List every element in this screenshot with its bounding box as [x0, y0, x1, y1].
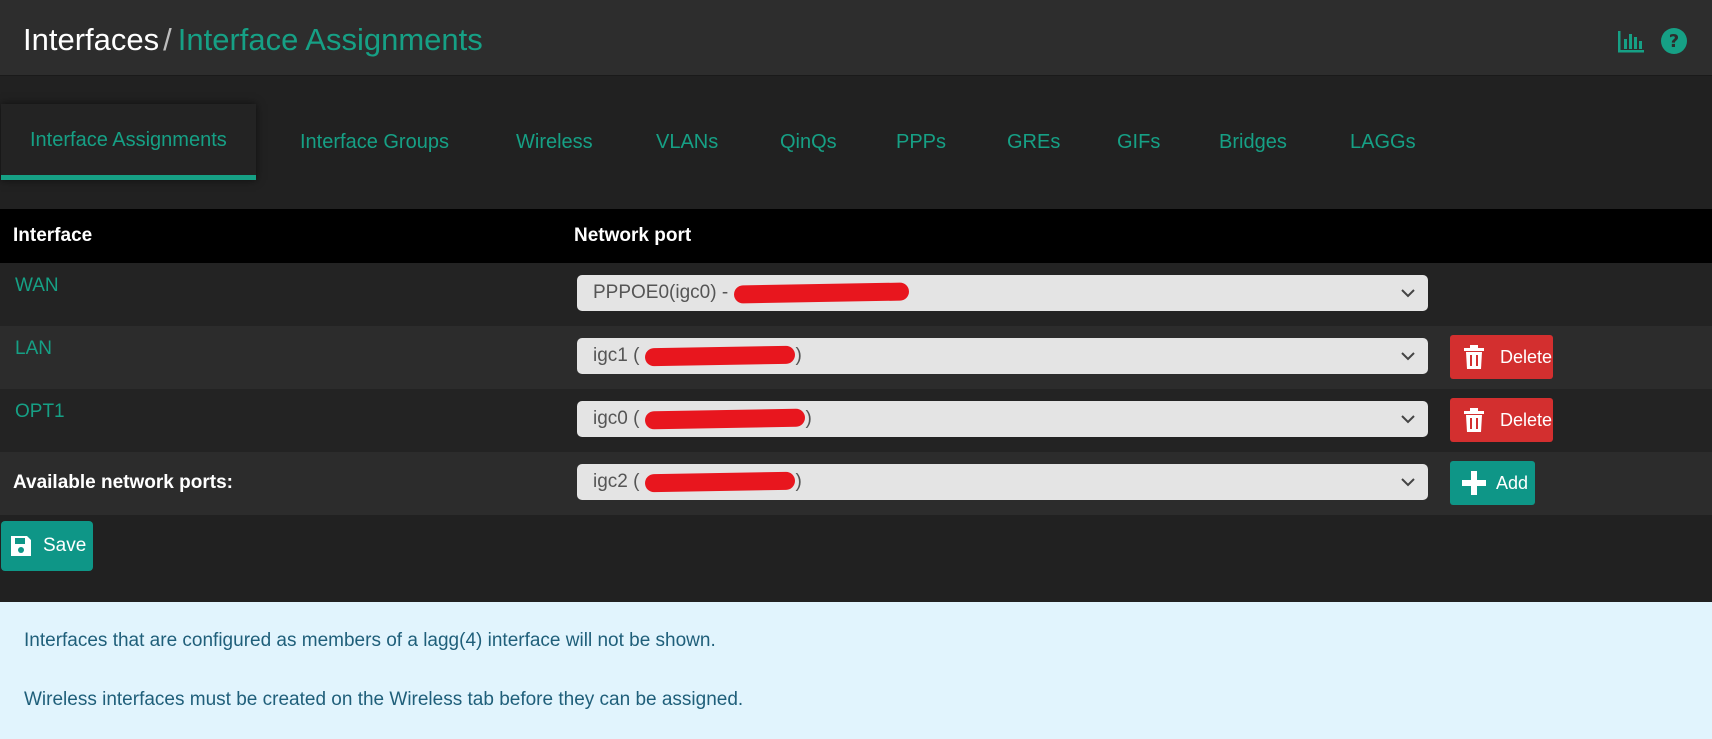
svg-text:?: ?: [1669, 31, 1679, 52]
interface-link-wan[interactable]: WAN: [15, 275, 59, 297]
tab-bridges[interactable]: Bridges: [1219, 104, 1287, 180]
save-button[interactable]: Save: [1, 521, 93, 571]
selected-port-suffix: ): [795, 345, 802, 366]
trash-icon: [1462, 408, 1486, 432]
info-text-wireless: Wireless interfaces must be created on t…: [24, 689, 744, 710]
tab-gres[interactable]: GREs: [1007, 104, 1060, 180]
column-header-network-port: Network port: [574, 225, 692, 246]
delete-label: Delete: [1500, 346, 1553, 367]
table-header: Interface Network port: [0, 209, 1712, 263]
chevron-down-icon: [1401, 478, 1415, 487]
info-panel: Interfaces that are configured as member…: [0, 602, 1712, 739]
network-port-select-opt1[interactable]: igc0 (): [577, 401, 1428, 437]
tab-ppps[interactable]: PPPs: [896, 104, 946, 180]
redaction-mark: [645, 408, 806, 430]
selected-port-text: igc0 (: [593, 408, 640, 429]
redaction-mark: [645, 345, 796, 367]
tab-interface-groups[interactable]: Interface Groups: [300, 104, 449, 180]
breadcrumb-current[interactable]: Interface Assignments: [178, 22, 483, 57]
page-header: Interfaces / Interface Assignments ?: [0, 0, 1712, 76]
tab-interface-assignments[interactable]: Interface Assignments: [1, 104, 256, 180]
tab-vlans[interactable]: VLANs: [656, 104, 718, 180]
interface-link-lan[interactable]: LAN: [15, 338, 52, 360]
selected-port-suffix: ): [805, 408, 812, 429]
tab-laggs[interactable]: LAGGs: [1350, 104, 1416, 180]
help-question-icon[interactable]: ?: [1659, 26, 1689, 56]
add-button[interactable]: Add: [1450, 461, 1535, 505]
available-port-select[interactable]: igc2 (): [577, 464, 1428, 500]
delete-label: Delete: [1500, 409, 1553, 430]
delete-button-opt1[interactable]: Delete: [1450, 398, 1553, 442]
selected-port-text: igc1 (: [593, 345, 640, 366]
delete-button-lan[interactable]: Delete: [1450, 335, 1553, 379]
network-port-select-wan[interactable]: PPPOE0(igc0) -: [577, 275, 1428, 311]
redaction-mark: [734, 282, 910, 304]
info-text-lagg: Interfaces that are configured as member…: [24, 630, 716, 651]
table-row-lan: LAN igc1 () Delete: [0, 326, 1712, 389]
plus-icon: [1462, 471, 1486, 495]
breadcrumb-separator: /: [163, 22, 172, 57]
chevron-down-icon: [1401, 415, 1415, 424]
chevron-down-icon: [1401, 352, 1415, 361]
chevron-down-icon: [1401, 289, 1415, 298]
tab-gifs[interactable]: GIFs: [1117, 104, 1160, 180]
column-header-interface: Interface: [13, 225, 93, 246]
table-row-wan: WAN PPPOE0(igc0) -: [0, 263, 1712, 326]
redaction-mark: [645, 471, 796, 493]
selected-port-text: PPPOE0(igc0) -: [593, 282, 729, 303]
selected-port-suffix: ): [795, 471, 802, 492]
breadcrumb: Interfaces / Interface Assignments: [23, 20, 483, 60]
tab-bar: Interface Assignments Interface Groups W…: [0, 104, 1712, 180]
floppy-disk-icon: [9, 534, 33, 558]
add-label: Add: [1496, 472, 1529, 493]
interface-link-opt1[interactable]: OPT1: [15, 401, 65, 423]
trash-icon: [1462, 345, 1486, 369]
network-port-select-lan[interactable]: igc1 (): [577, 338, 1428, 374]
available-ports-label: Available network ports:: [13, 472, 233, 493]
selected-port-text: igc2 (: [593, 471, 640, 492]
chart-bars-icon[interactable]: [1616, 26, 1646, 56]
tab-qinqs[interactable]: QinQs: [780, 104, 837, 180]
breadcrumb-interfaces[interactable]: Interfaces: [23, 22, 159, 57]
tab-wireless[interactable]: Wireless: [516, 104, 593, 180]
table-row-opt1: OPT1 igc0 () Delete: [0, 389, 1712, 452]
save-label: Save: [43, 535, 87, 556]
table-row-available: Available network ports: igc2 () Add: [0, 452, 1712, 515]
